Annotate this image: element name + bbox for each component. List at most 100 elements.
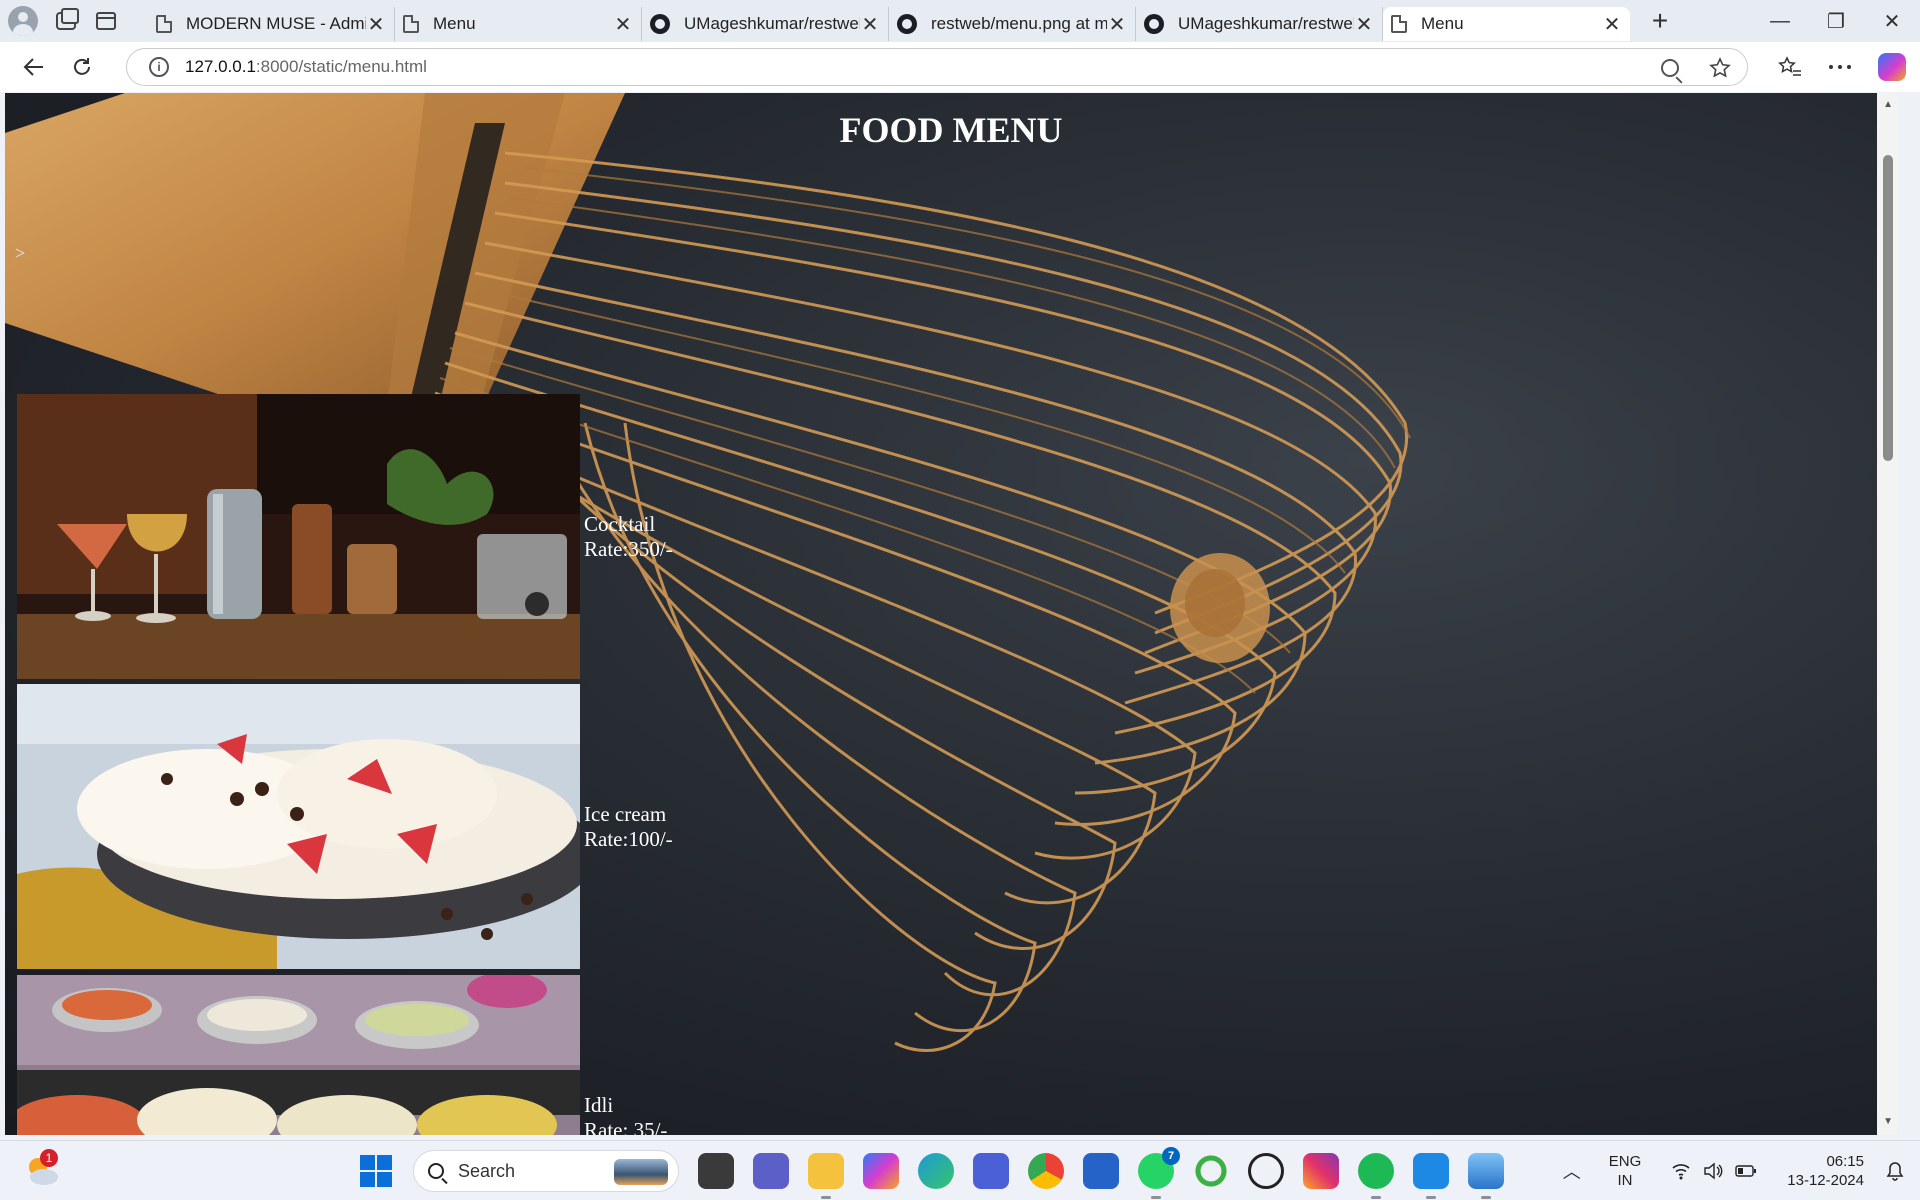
tab-github-restweb[interactable]: UMageshkumar/restweb ✕ [642,7,889,41]
windows-logo-icon [360,1155,392,1187]
favorites-icon[interactable] [1778,56,1802,78]
profile-avatar-icon[interactable] [8,6,38,36]
scroll-down-arrow-icon[interactable]: ▼ [1883,1116,1893,1127]
ice-cream-photo [17,684,580,969]
instagram-icon[interactable] [1303,1153,1339,1189]
language-indicator[interactable]: ENG IN [1609,1152,1642,1190]
zoom-out-icon[interactable] [1661,59,1679,77]
tab-github-menu-png[interactable]: restweb/menu.png at mai ✕ [889,7,1136,41]
notification-bell-icon[interactable] [1884,1160,1906,1182]
tab-menu-active[interactable]: Menu ✕ [1383,7,1630,41]
minimize-button[interactable]: — [1752,0,1808,42]
item-name: Ice cream [584,801,667,826]
vscode-icon[interactable] [1413,1153,1449,1199]
restore-button[interactable]: ❐ [1808,0,1864,42]
scrollbar-thumb[interactable] [1883,154,1893,461]
browser-toolbar: i 127.0.0.1:8000/static/menu.html [0,42,1920,92]
tab-close-icon[interactable]: ✕ [1602,12,1622,37]
workspaces-icon[interactable] [56,8,79,30]
tab-menu[interactable]: Menu ✕ [395,7,642,41]
tab-title: UMageshkumar/restweb [684,14,860,33]
show-hidden-icons-chevron-icon[interactable]: ︿ [1563,1158,1581,1184]
loop-app-icon[interactable] [1193,1153,1229,1189]
url-text[interactable]: 127.0.0.1:8000/static/menu.html [185,57,427,77]
edge-browser-icon[interactable] [918,1153,954,1189]
idli-photo [17,975,580,1135]
page-viewport: FOOD MENU > Cocktail Rate:350/- Ice crea… [5,93,1897,1135]
new-tab-button[interactable]: + [1640,0,1680,42]
search-label: Search [458,1160,516,1181]
item-rate: Rate:350/- [584,536,673,561]
menu-item-ice-cream: Ice cream Rate:100/- [17,684,673,969]
tab-title: Menu [433,14,476,33]
window-controls: — ❐ ✕ [1752,0,1920,42]
ice-cream-image [17,684,580,969]
menu-item-caption: Idli Rate: 35/- [584,1093,667,1136]
copilot-icon[interactable] [1878,53,1906,81]
github-icon [897,14,917,34]
refresh-button[interactable] [58,47,106,87]
volume-icon [1704,1162,1723,1180]
menu-item-caption: Cocktail Rate:350/- [584,512,673,562]
microsoft-store-icon[interactable] [1083,1153,1119,1189]
github-icon [650,14,670,34]
tab-title: MODERN MUSE - Admini [186,14,366,33]
scroll-up-arrow-icon[interactable]: ▲ [1883,99,1893,110]
affinity-app-icon[interactable] [973,1153,1009,1189]
battery-icon [1735,1165,1757,1177]
clock-time: 06:15 [1826,1153,1864,1170]
favorite-star-icon[interactable] [1709,57,1731,79]
close-window-button[interactable]: ✕ [1864,0,1920,42]
item-name: Cocktail [584,511,656,536]
taskbar-apps: Search 7 [358,1141,1504,1200]
browser-tab-bar: MODERN MUSE - Admini ✕ Menu ✕ UMageshkum… [0,0,1920,42]
idli-image [17,975,580,1135]
cocktail-photo [17,394,580,679]
copilot-app-icon[interactable] [863,1153,899,1189]
tab-modern-muse[interactable]: MODERN MUSE - Admini ✕ [148,7,395,41]
tab-close-icon[interactable]: ✕ [1354,12,1374,37]
menu-item-cocktail: Cocktail Rate:350/- [17,394,673,679]
address-bar-actions [1661,49,1731,87]
weather-notification-badge: 1 [40,1149,58,1167]
tab-close-icon[interactable]: ✕ [366,12,386,37]
taskbar-search[interactable]: Search [413,1150,679,1192]
more-options-icon[interactable] [1828,64,1852,70]
teams-icon[interactable] [753,1153,789,1189]
github-icon [1144,14,1164,34]
chrome-icon[interactable] [1028,1153,1064,1189]
tab-close-icon[interactable]: ✕ [1107,12,1127,37]
tab-title: Menu [1421,14,1464,33]
item-rate: Rate: 35/- [584,1117,668,1136]
page-title: FOOD MENU [839,110,1063,150]
site-info-icon[interactable]: i [149,57,169,77]
item-rate: Rate:100/- [584,826,673,851]
vertical-tabs-icon[interactable] [96,12,116,30]
whatsapp-badge: 7 [1162,1147,1180,1165]
clock-date: 13-12-2024 [1787,1172,1864,1189]
clock[interactable]: 06:15 13-12-2024 [1787,1152,1864,1190]
start-button[interactable] [358,1153,394,1189]
search-highlight-image [614,1159,668,1185]
lang-region: IN [1617,1172,1633,1189]
whatsapp-icon[interactable]: 7 [1138,1147,1180,1199]
wifi-icon [1672,1164,1690,1180]
tab-title: UMageshkumar/restweb [1178,14,1354,33]
page-icon [403,15,419,33]
photos-icon[interactable] [1468,1153,1504,1199]
page-icon [156,15,172,33]
vertical-scrollbar[interactable]: ▲ ▼ [1877,93,1897,1135]
chatgpt-icon[interactable] [1248,1153,1284,1189]
spotify-icon[interactable] [1358,1153,1394,1199]
tab-close-icon[interactable]: ✕ [613,12,633,37]
page-icon [1391,15,1407,33]
file-explorer-icon[interactable] [808,1153,844,1199]
address-bar[interactable]: i 127.0.0.1:8000/static/menu.html [126,48,1748,86]
task-view-icon[interactable] [698,1153,734,1189]
tab-close-icon[interactable]: ✕ [860,12,880,37]
tab-github-restweb-2[interactable]: UMageshkumar/restweb ✕ [1136,7,1383,41]
cocktail-image [17,394,580,679]
tray-status-icons[interactable] [1671,1162,1757,1180]
back-button[interactable] [10,47,58,87]
back-arrow-icon [23,58,43,76]
